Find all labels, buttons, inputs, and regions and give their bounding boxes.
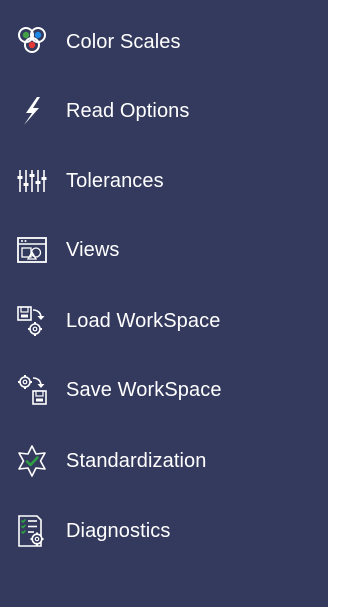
save-workspace-icon — [15, 373, 49, 407]
menu-item-load-workspace[interactable]: Load WorkSpace — [0, 291, 328, 351]
menu-item-label: Views — [66, 238, 120, 261]
menu-item-save-workspace[interactable]: Save WorkSpace — [0, 360, 328, 420]
views-window-icon — [15, 233, 49, 267]
diagnostics-icon — [15, 514, 49, 548]
lightning-icon — [15, 94, 49, 128]
sliders-icon — [15, 164, 49, 198]
menu-item-label: Tolerances — [66, 169, 164, 192]
menu-item-label: Read Options — [66, 99, 190, 122]
menu-item-label: Color Scales — [66, 30, 181, 53]
menu-item-color-scales[interactable]: Color Scales — [0, 12, 328, 72]
menu-item-label: Standardization — [66, 449, 207, 472]
star-check-icon — [15, 444, 49, 478]
menu-item-label: Save WorkSpace — [66, 378, 222, 401]
color-scales-icon — [15, 25, 49, 59]
menu-item-views[interactable]: Views — [0, 220, 328, 280]
menu-item-diagnostics[interactable]: Diagnostics — [0, 501, 328, 561]
menu-item-standardization[interactable]: Standardization — [0, 431, 328, 491]
menu-item-tolerances[interactable]: Tolerances — [0, 151, 328, 211]
navigation-drawer: Color Scales Read Options Tolerances Vie… — [0, 0, 328, 607]
load-workspace-icon — [15, 304, 49, 338]
menu-item-read-options[interactable]: Read Options — [0, 81, 328, 141]
menu-item-label: Load WorkSpace — [66, 309, 221, 332]
menu-item-label: Diagnostics — [66, 519, 171, 542]
